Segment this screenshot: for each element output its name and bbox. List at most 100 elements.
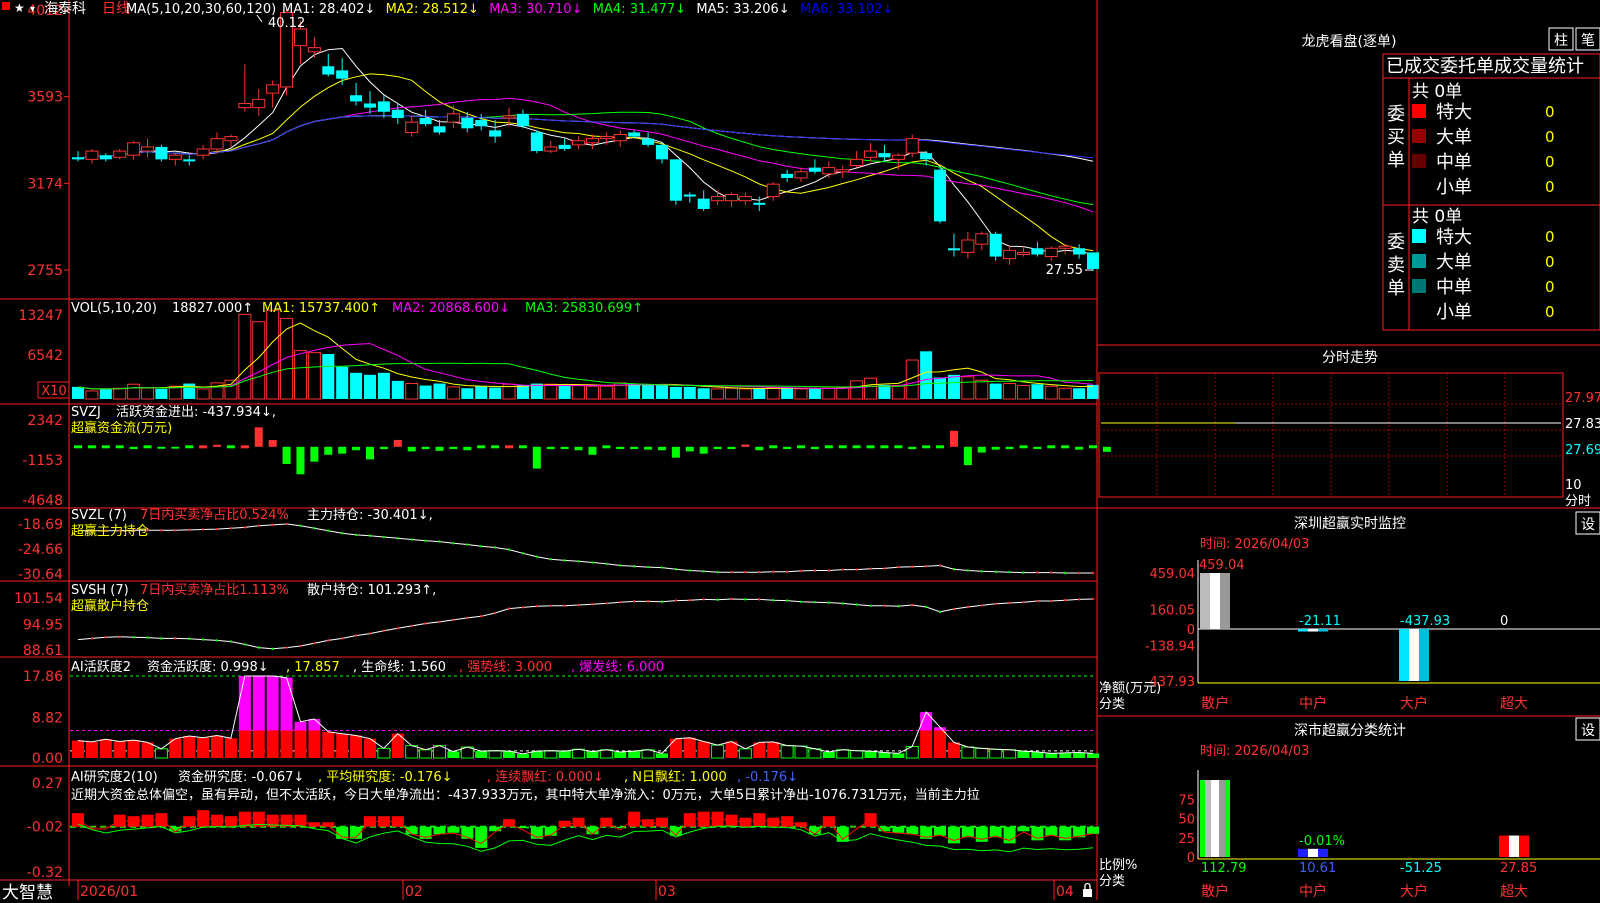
- candle-body: [864, 150, 878, 158]
- svzl-point: [327, 529, 330, 532]
- candle-body: [252, 98, 266, 109]
- svzj-bar: [199, 445, 208, 449]
- ai-active-bar: [197, 737, 210, 758]
- classify-extra-label: -0.01%: [1299, 834, 1345, 849]
- ai-active-bar: [934, 730, 947, 758]
- ai-active-bar: [475, 751, 488, 758]
- svsh-ratio-label: 7日内买卖净占比1.113%: [140, 582, 289, 598]
- volume-bar: [599, 385, 613, 400]
- ai-active-tick-label: 8.82: [32, 711, 63, 727]
- svzj-bar: [407, 446, 416, 452]
- sell-side-label: 单: [1387, 278, 1405, 299]
- svsh-point: [994, 602, 997, 605]
- fenshi-tick-label: 27.69: [1565, 443, 1600, 458]
- volume-bar: [293, 350, 307, 400]
- svzj-bar: [449, 446, 458, 450]
- ai-active-bar: [405, 745, 419, 759]
- sell-row-label: 大单: [1436, 252, 1472, 273]
- ai-research-tick-label: 0.27: [32, 776, 63, 792]
- volume-bar: [322, 353, 335, 399]
- svzj-bar: [588, 446, 597, 455]
- volume-bar: [1058, 387, 1072, 400]
- monitor-axis-label: 净额(万元): [1099, 681, 1161, 696]
- ai-active-bar: [628, 751, 641, 758]
- ai-active-bar: [920, 730, 933, 758]
- candle-body: [599, 136, 613, 140]
- volume-bar: [1044, 385, 1058, 400]
- volume-bar: [377, 372, 390, 399]
- candle-body: [753, 202, 766, 205]
- ai-active-bar: [280, 677, 293, 731]
- candle-body: [572, 140, 586, 146]
- logo: 大智慧: [2, 883, 53, 903]
- svzj-bar: [1102, 446, 1111, 452]
- svsh-point: [104, 635, 108, 639]
- svzj-bar: [1075, 446, 1084, 450]
- monitor-category: 大户: [1400, 695, 1428, 712]
- ai-active-bar: [669, 738, 682, 758]
- svsh-point: [201, 638, 205, 641]
- svzj-bar: [296, 446, 305, 475]
- svzj-bar: [393, 439, 402, 447]
- classify-category: 超大: [1500, 884, 1528, 900]
- ai-research-bar: [1087, 826, 1099, 834]
- monitor-bar-label: -21.11: [1299, 614, 1341, 629]
- candle-body: [350, 95, 363, 102]
- svzl-point: [938, 564, 942, 567]
- svzl-title: SVZL (7): [71, 508, 127, 523]
- classify-title: 深市超赢分类统计: [1294, 722, 1406, 739]
- ai-research-bar: [544, 826, 557, 836]
- ai-active-bar: [238, 676, 251, 731]
- stock-name: 海泰科: [44, 1, 86, 17]
- svsh-point: [772, 598, 775, 602]
- svsh-point: [174, 637, 177, 640]
- candle-body: [822, 167, 836, 175]
- classify-tick-label: 25: [1178, 832, 1195, 847]
- volume-bar: [1031, 384, 1044, 399]
- svzj-bar: [87, 445, 96, 449]
- svzj-bar: [546, 446, 555, 450]
- monitor-tick-label: 160.05: [1150, 603, 1196, 618]
- svsh-subtitle: 超赢散户持仓: [71, 598, 149, 614]
- volume-bar: [544, 383, 558, 400]
- bar-mode-button[interactable]: [1549, 28, 1573, 50]
- ai-active-bar: [266, 730, 279, 758]
- svzj-bar: [574, 446, 583, 451]
- svsh-point: [716, 598, 719, 601]
- stock-chart[interactable]: 4012359331742755★ ▾ 海泰科 日线MA(5,10,20,30,60,…: [0, 0, 1600, 900]
- svsh-title: SVSH (7): [71, 583, 129, 598]
- svzl-point: [480, 545, 483, 548]
- svzl-point: [215, 527, 219, 531]
- classify-settings-button[interactable]: [1576, 718, 1600, 740]
- svzj-bar: [143, 445, 152, 449]
- ai-research-bar: [1017, 826, 1030, 832]
- candle-body: [1087, 252, 1099, 269]
- volume-bar: [433, 383, 446, 399]
- svzl-point: [368, 534, 372, 537]
- svzl-point: [1063, 571, 1067, 575]
- svsh-point: [535, 605, 539, 608]
- candle-body: [642, 138, 655, 145]
- svzj-bar: [129, 446, 138, 450]
- ai-research-bar: [697, 811, 710, 827]
- volume-bar: [419, 385, 432, 399]
- svzj-bar: [282, 446, 291, 464]
- ma-label-1: MA1: 28.402↓: [282, 2, 375, 17]
- ai-active-bar: [377, 747, 391, 759]
- candle-body: [1003, 249, 1017, 260]
- svsh-point: [744, 598, 747, 601]
- svzj-bar: [1005, 446, 1014, 450]
- candle-body: [224, 136, 238, 142]
- volume-bar: [1073, 388, 1086, 399]
- candle-body: [738, 196, 752, 202]
- tick-mode-button[interactable]: [1576, 28, 1600, 50]
- ai-active-bar: [99, 739, 112, 758]
- ai-active-bar: [850, 750, 864, 759]
- monitor-bar: [1399, 629, 1409, 681]
- svzj-tick-label: 2342: [27, 413, 63, 429]
- svzl-point: [716, 570, 719, 574]
- monitor-settings-button[interactable]: [1576, 512, 1600, 534]
- svzl-point: [438, 540, 441, 543]
- svzj-subtitle: 超赢资金流(万元): [71, 420, 172, 436]
- monitor-bar-label: 0: [1500, 614, 1508, 629]
